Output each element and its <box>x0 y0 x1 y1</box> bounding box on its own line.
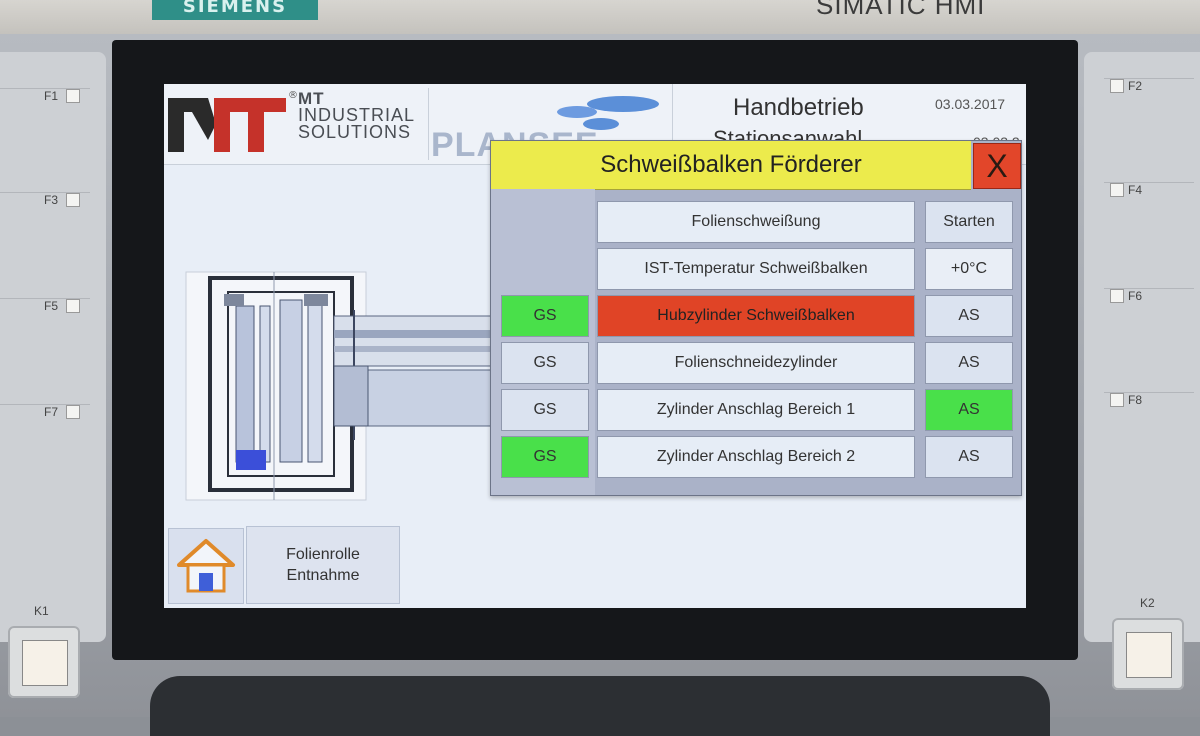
k1-label: K1 <box>34 604 49 618</box>
foil-roll-removal-button[interactable]: Folienrolle Entnahme <box>246 526 400 604</box>
fkey-led-icon <box>1110 393 1124 407</box>
function-key-f2[interactable]: F2 <box>1104 78 1194 179</box>
fkey-label: F3 <box>44 193 59 207</box>
as-button-stop-cylinder-area-1[interactable]: AS <box>925 389 1013 431</box>
welding-bar-conveyor-dialog: Schweißbalken Förderer X Folienschweißun… <box>490 140 1022 496</box>
home-icon <box>177 539 235 593</box>
start-button[interactable]: Starten <box>925 201 1013 243</box>
fkey-led-icon <box>66 193 80 207</box>
function-key-f8[interactable]: F8 <box>1104 392 1194 493</box>
as-button-stop-cylinder-area-2[interactable]: AS <box>925 436 1013 478</box>
row-label-foil-cutting-cylinder: Folienschneidezylinder <box>597 342 915 384</box>
device-top-strip: SIEMENS SIMATIC HMI <box>0 0 1200 34</box>
fkey-led-icon <box>66 405 80 419</box>
row-label-stop-cylinder-area-2: Zylinder Anschlag Bereich 2 <box>597 436 915 478</box>
dialog-title: Schweißbalken Förderer <box>600 151 862 178</box>
close-button[interactable]: X <box>973 143 1021 189</box>
k2-key-face <box>1126 632 1172 678</box>
row-label-stop-cylinder-area-1: Zylinder Anschlag Bereich 1 <box>597 389 915 431</box>
fkey-led-icon <box>66 299 80 313</box>
fkey-label: F6 <box>1128 289 1143 303</box>
logo-line-3: SOLUTIONS <box>298 122 412 142</box>
right-function-key-panel: F2 F4 F6 F8 K2 <box>1084 52 1200 642</box>
fkey-led-icon <box>1110 79 1124 93</box>
mt-logo-mark-icon <box>168 98 286 152</box>
fkey-label: F5 <box>44 299 59 313</box>
gs-button-stop-cylinder-area-1[interactable]: GS <box>501 389 589 431</box>
foil-roll-label-line-2: Entnahme <box>286 567 360 584</box>
foil-roll-label-line-1: Folienrolle <box>286 546 360 563</box>
fkey-led-icon <box>1110 289 1124 303</box>
function-key-f1[interactable]: F1 <box>0 88 90 189</box>
machine-schematic <box>185 271 504 501</box>
function-key-f4[interactable]: F4 <box>1104 182 1194 283</box>
gs-button-stop-cylinder-area-2[interactable]: GS <box>501 436 589 478</box>
fkey-label: F1 <box>44 89 59 103</box>
gs-button-foil-cutting-cylinder[interactable]: GS <box>501 342 589 384</box>
fkey-led-icon <box>66 89 80 103</box>
fkey-label: F8 <box>1128 393 1143 407</box>
k2-label: K2 <box>1140 596 1155 610</box>
registered-mark: ® <box>288 90 298 101</box>
date-display: 03.03.2017 <box>935 96 1006 112</box>
k1-key[interactable] <box>8 626 80 698</box>
row-label-actual-temperature: IST-Temperatur Schweißbalken <box>597 248 915 290</box>
left-function-key-panel: F1 F3 F5 F7 K1 <box>0 52 106 642</box>
mode-title: Handbetrieb <box>733 94 864 121</box>
row-label-foil-welding: Folienschweißung <box>597 201 915 243</box>
row-label-lift-cylinder: Hubzylinder Schweißbalken <box>597 295 915 337</box>
k2-key[interactable] <box>1112 618 1184 690</box>
home-button[interactable] <box>168 528 244 604</box>
function-key-f7[interactable]: F7 <box>0 404 90 505</box>
simatic-hmi-brand: SIMATIC HMI <box>816 0 986 20</box>
as-button-foil-cutting-cylinder[interactable]: AS <box>925 342 1013 384</box>
hmi-screen: ® MT INDUSTRIAL SOLUTIONS PLANSEE Handbe… <box>164 84 1026 608</box>
as-button-lift-cylinder[interactable]: AS <box>925 295 1013 337</box>
gs-button-lift-cylinder[interactable]: GS <box>501 295 589 337</box>
function-key-f3[interactable]: F3 <box>0 192 90 293</box>
fkey-led-icon <box>1110 183 1124 197</box>
siemens-brand: SIEMENS <box>152 0 318 20</box>
dialog-title-bar: Schweißbalken Förderer <box>491 141 971 190</box>
mt-logo-text: MT INDUSTRIAL SOLUTIONS <box>298 90 415 141</box>
fkey-label: F2 <box>1128 79 1143 93</box>
fkey-label: F7 <box>44 405 59 419</box>
temperature-value: +0°C <box>925 248 1013 290</box>
function-key-f5[interactable]: F5 <box>0 298 90 399</box>
function-key-f6[interactable]: F6 <box>1104 288 1194 389</box>
fkey-label: F4 <box>1128 183 1143 197</box>
mt-logo: ® MT INDUSTRIAL SOLUTIONS <box>168 88 424 160</box>
k1-key-face <box>22 640 68 686</box>
device-bottom-slot <box>150 676 1050 736</box>
